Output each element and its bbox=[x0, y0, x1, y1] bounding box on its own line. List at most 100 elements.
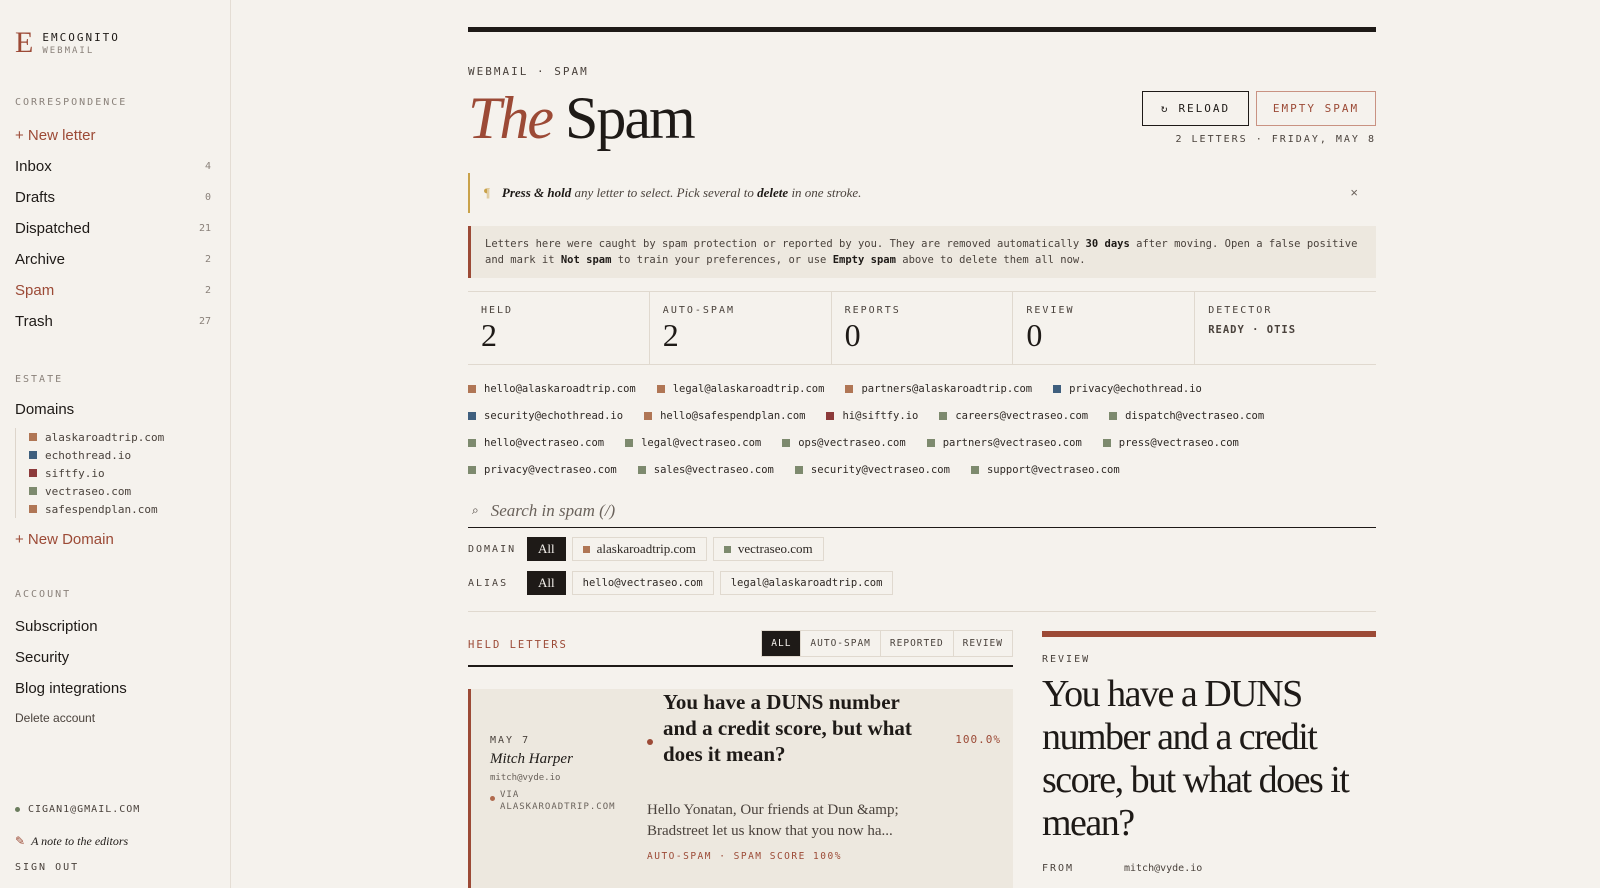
sidebar-item-subscription[interactable]: Subscription bbox=[15, 615, 211, 637]
alias-item[interactable]: hello@safespendplan.com bbox=[644, 410, 805, 422]
stats-strip: HELD 2 AUTO-SPAM 2 REPORTS 0 REVIEW 0 DE… bbox=[468, 291, 1376, 365]
sidebar-item-trash[interactable]: Trash 27 bbox=[15, 310, 211, 332]
alias-email: hello@safespendplan.com bbox=[660, 409, 806, 422]
user-email[interactable]: CIGAN1@GMAIL.COM bbox=[15, 804, 140, 815]
via-dot-icon bbox=[490, 796, 495, 801]
stat-auto-spam: AUTO-SPAM 2 bbox=[650, 292, 832, 364]
review-from: FROM mitch@vyde.io bbox=[1042, 863, 1376, 874]
review-accent-bar bbox=[1042, 631, 1376, 637]
empty-spam-label: EMPTY SPAM bbox=[1272, 102, 1360, 115]
alias-item[interactable]: careers@vectraseo.com bbox=[939, 410, 1088, 422]
domain-filter-chip[interactable]: vectraseo.com bbox=[712, 537, 824, 561]
stat-value: 0 bbox=[1026, 317, 1043, 353]
new-letter-button[interactable]: + New letter bbox=[15, 124, 211, 146]
alias-item[interactable]: security@echothread.io bbox=[468, 410, 623, 422]
sidebar-item-label: Trash bbox=[15, 312, 53, 330]
tab-all[interactable]: ALL bbox=[762, 631, 801, 656]
letter-date: MAY 7 bbox=[490, 735, 531, 746]
domain-item[interactable]: vectraseo.com bbox=[29, 482, 164, 500]
search-bar[interactable]: ⌕ Search in spam (/) bbox=[468, 494, 1376, 528]
sidebar-item-blog-integrations[interactable]: Blog integrations bbox=[15, 677, 211, 699]
letter-subject: You have a DUNS number and a credit scor… bbox=[663, 690, 912, 766]
alias-item[interactable]: hello@alaskaroadtrip.com bbox=[468, 383, 636, 395]
tab-auto-spam[interactable]: AUTO-SPAM bbox=[800, 631, 879, 656]
alias-email: dispatch@vectraseo.com bbox=[1125, 409, 1265, 422]
quill-icon: ✎ bbox=[15, 834, 26, 848]
review-from-value[interactable]: mitch@vyde.io bbox=[1124, 863, 1202, 874]
alias-filter-all[interactable]: All bbox=[527, 571, 566, 595]
delete-account-link[interactable]: Delete account bbox=[15, 707, 211, 729]
sidebar-item-domains[interactable]: Domains bbox=[15, 398, 211, 420]
sidebar-item-security[interactable]: Security bbox=[15, 646, 211, 668]
alias-swatch bbox=[644, 411, 653, 420]
stat-label: DETECTOR bbox=[1208, 305, 1273, 316]
sidebar-item-drafts[interactable]: Drafts 0 bbox=[15, 186, 211, 208]
alias-item[interactable]: security@vectraseo.com bbox=[794, 463, 950, 476]
alias-swatch bbox=[468, 384, 476, 393]
alias-item[interactable]: press@vectraseo.com bbox=[1102, 437, 1239, 449]
alias-email: support@vectraseo.com bbox=[986, 463, 1120, 476]
domain-color-swatch bbox=[29, 487, 37, 495]
letter-via: VIA ALASKAROADTRIP.COM bbox=[490, 789, 616, 813]
brand-name: EMCOGNITO bbox=[42, 31, 120, 44]
domain-item[interactable]: safespendplan.com bbox=[29, 500, 164, 518]
note-label: A note to the editors bbox=[31, 834, 129, 848]
alias-item[interactable]: privacy@vectraseo.com bbox=[468, 464, 617, 476]
domain-filter-chip[interactable]: alaskaroadtrip.com bbox=[571, 537, 707, 561]
alias-item[interactable]: partners@alaskaroadtrip.com bbox=[845, 383, 1032, 395]
stat-held: HELD 2 bbox=[468, 292, 650, 364]
alias-item[interactable]: ops@vectraseo.com bbox=[782, 437, 906, 449]
sidebar-item-inbox[interactable]: Inbox 4 bbox=[15, 155, 211, 177]
sidebar-item-label: Archive bbox=[15, 250, 66, 268]
alias-item[interactable]: sales@vectraseo.com bbox=[637, 464, 774, 476]
detector-status: READY · OTIS bbox=[1208, 324, 1297, 336]
domain-name: siftfy.io bbox=[45, 466, 105, 480]
section-divider bbox=[468, 611, 1376, 612]
reload-button[interactable]: ↻ RELOAD bbox=[1142, 91, 1249, 126]
note-to-editors-link[interactable]: ✎ A note to the editors bbox=[15, 834, 128, 849]
alias-item[interactable]: dispatch@vectraseo.com bbox=[1109, 410, 1264, 422]
domain-item[interactable]: alaskaroadtrip.com bbox=[29, 428, 164, 446]
sidebar-item-spam[interactable]: Spam 2 bbox=[15, 279, 211, 301]
alias-item[interactable]: hi@siftfy.io bbox=[826, 410, 918, 422]
tab-review[interactable]: REVIEW bbox=[952, 631, 1012, 656]
new-domain-button[interactable]: + New Domain bbox=[15, 528, 211, 550]
domain-filter-all[interactable]: All bbox=[527, 537, 566, 561]
filter-label: ALIAS bbox=[468, 577, 509, 589]
alias-item[interactable]: support@vectraseo.com bbox=[970, 463, 1120, 476]
status-dot-icon bbox=[15, 807, 20, 812]
sidebar-item-archive[interactable]: Archive 2 bbox=[15, 248, 211, 270]
brand-logo-icon: E bbox=[15, 26, 34, 59]
domain-color-swatch bbox=[29, 469, 37, 477]
brand-sub: WEBMAIL bbox=[42, 46, 95, 56]
sidebar-item-count: 2 bbox=[204, 253, 211, 265]
tab-reported[interactable]: REPORTED bbox=[879, 631, 953, 656]
stat-detector: DETECTOR READY · OTIS bbox=[1195, 292, 1376, 364]
alias-swatch bbox=[970, 465, 979, 474]
alias-item[interactable]: partners@vectraseo.com bbox=[926, 436, 1082, 449]
sign-out-link[interactable]: SIGN OUT bbox=[15, 862, 79, 873]
domain-name: vectraseo.com bbox=[45, 484, 132, 498]
alias-email: careers@vectraseo.com bbox=[955, 409, 1089, 422]
alias-item[interactable]: legal@vectraseo.com bbox=[625, 437, 761, 449]
close-icon[interactable]: × bbox=[1350, 185, 1358, 200]
empty-spam-button[interactable]: EMPTY SPAM bbox=[1256, 91, 1376, 126]
alias-item[interactable]: hello@vectraseo.com bbox=[468, 437, 604, 449]
sidebar-item-dispatched[interactable]: Dispatched 21 bbox=[15, 217, 211, 239]
letter-card[interactable]: MAY 7 Mitch Harper mitch@vyde.io VIA ALAS… bbox=[468, 689, 1013, 888]
alias-item[interactable]: legal@alaskaroadtrip.com bbox=[656, 382, 825, 395]
alias-item[interactable]: privacy@echothread.io bbox=[1053, 383, 1202, 395]
alias-swatch bbox=[625, 438, 634, 447]
alias-swatch bbox=[468, 465, 476, 474]
review-label: REVIEW bbox=[1042, 654, 1091, 665]
search-input[interactable]: Search in spam (/) bbox=[491, 501, 616, 521]
alias-email: legal@alaskaroadtrip.com bbox=[672, 382, 825, 395]
domain-item[interactable]: siftfy.io bbox=[29, 464, 164, 482]
domain-item[interactable]: echothread.io bbox=[29, 446, 164, 464]
alias-email: partners@vectraseo.com bbox=[942, 436, 1082, 449]
brand[interactable]: E EMCOGNITO WEBMAIL bbox=[15, 28, 120, 58]
alias-filter-chip[interactable]: hello@vectraseo.com bbox=[571, 571, 714, 595]
alias-filter-chip[interactable]: legal@alaskaroadtrip.com bbox=[719, 571, 894, 595]
alias-email: security@vectraseo.com bbox=[810, 463, 950, 476]
pilcrow-icon: ¶ bbox=[484, 185, 490, 200]
